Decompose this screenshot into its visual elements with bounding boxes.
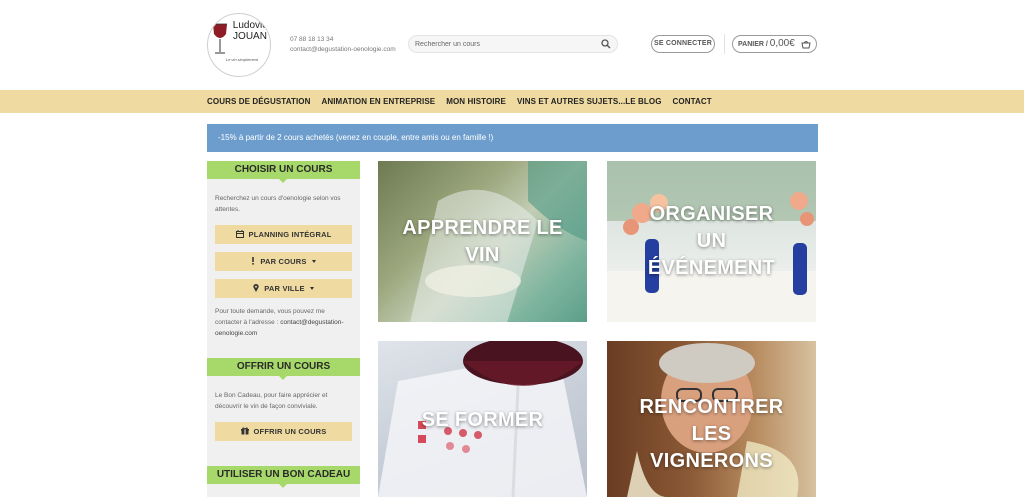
site-logo[interactable]: Ludovic JOUAN Le vin simplement	[207, 13, 271, 77]
use-voucher-heading[interactable]: UTILISER UN BON CADEAU	[207, 466, 360, 488]
tile-learn-wine-line1: APPRENDRE LE	[402, 217, 563, 239]
wine-glass-icon	[213, 23, 227, 54]
by-course-button-label: PAR COURS	[260, 257, 307, 266]
tile-learn-wine-title: APPRENDRE LE VIN	[378, 215, 587, 269]
chevron-down-icon	[309, 287, 314, 290]
nav-item-blog[interactable]: VINS ET AUTRES SUJETS...LE BLOG	[517, 90, 662, 113]
phone-number[interactable]: 07 88 18 13 34	[290, 35, 396, 45]
choose-course-intro: Recherchez un cours d'oenologie selon vo…	[215, 195, 341, 213]
sidebar: CHOISIR UN COURS Recherchez un cours d'o…	[207, 161, 360, 497]
search-icon[interactable]	[601, 39, 611, 49]
logo-name-line2: JOUAN	[233, 31, 267, 42]
cart-amount: 0,00€	[769, 38, 795, 49]
exclamation-icon	[252, 257, 255, 265]
tile-organise-event[interactable]: ORGANISER UN ÉVÉNEMENT	[607, 161, 816, 322]
by-city-button[interactable]: PAR VILLE	[215, 279, 352, 298]
basket-icon	[801, 41, 811, 49]
tile-learn-wine[interactable]: APPRENDRE LE VIN	[378, 161, 587, 322]
site-header: Ludovic JOUAN Le vin simplement 07 88 18…	[0, 0, 1024, 90]
logo-name-line1: Ludovic	[232, 20, 268, 31]
nav-item-cours[interactable]: COURS DE DÉGUSTATION	[207, 90, 310, 113]
choose-course-heading: CHOISIR UN COURS	[207, 161, 360, 183]
email-address[interactable]: contact@degustation-oenologie.com	[290, 45, 396, 55]
offer-course-heading: OFFRIR UN COURS	[207, 358, 360, 380]
promo-banner: -15% à partir de 2 cours achetés (venez …	[207, 124, 818, 152]
tile-organise-event-line1: ORGANISER	[649, 203, 774, 225]
tile-training-title: SE FORMER	[378, 407, 587, 434]
calendar-icon	[235, 230, 244, 238]
cart-label: PANIER /	[738, 41, 768, 48]
tile-meet-winemakers-line1: RENCONTRER	[639, 396, 784, 418]
tile-organise-event-title: ORGANISER UN ÉVÉNEMENT	[607, 201, 816, 282]
header-contact: 07 88 18 13 34 contact@degustation-oenol…	[290, 35, 396, 55]
tile-meet-winemakers-title: RENCONTRER LES VIGNERONS	[607, 394, 816, 475]
by-city-button-label: PAR VILLE	[264, 284, 305, 293]
contact-note: Pour toute demande, vous pouvez me conta…	[215, 306, 347, 339]
tile-training-line1: SE FORMER	[421, 409, 544, 431]
logo-tagline: Le vin simplement	[225, 57, 259, 62]
tile-organise-event-line2: UN	[696, 230, 727, 252]
tile-meet-winemakers-line3: VIGNERONS	[650, 450, 773, 472]
tile-learn-wine-line2: VIN	[465, 244, 500, 266]
map-pin-icon	[253, 284, 259, 292]
nav-item-contact[interactable]: CONTACT	[673, 90, 712, 113]
tile-meet-winemakers[interactable]: RENCONTRER LES VIGNERONS	[607, 341, 816, 497]
tile-training[interactable]: SE FORMER	[378, 341, 587, 497]
page: Ludovic JOUAN Le vin simplement 07 88 18…	[0, 0, 1024, 497]
offer-course-text: Le Bon Cadeau, pour faire apprécier et d…	[215, 392, 328, 410]
search-bar	[408, 35, 618, 53]
nav-item-histoire[interactable]: MON HISTOIRE	[446, 90, 506, 113]
offer-course-button-label: OFFRIR UN COURS	[253, 427, 327, 436]
tile-organise-event-line3: ÉVÉNEMENT	[647, 257, 776, 279]
planning-button-label: PLANNING INTÉGRAL	[248, 230, 332, 239]
offer-course-button[interactable]: OFFRIR UN COURS	[215, 422, 352, 441]
tile-meet-winemakers-line2: LES	[691, 423, 732, 445]
cart-button[interactable]: PANIER / 0,00€	[732, 35, 817, 53]
planning-button[interactable]: PLANNING INTÉGRAL	[215, 225, 352, 244]
login-button[interactable]: SE CONNECTER	[651, 35, 715, 53]
gift-icon	[240, 427, 249, 435]
header-divider	[724, 34, 725, 54]
nav-item-animation[interactable]: ANIMATION EN ENTREPRISE	[321, 90, 435, 113]
logo-name: Ludovic JOUAN	[228, 20, 270, 42]
by-course-button[interactable]: PAR COURS	[215, 252, 352, 271]
search-input[interactable]	[415, 38, 595, 51]
main-nav: COURS DE DÉGUSTATION ANIMATION EN ENTREP…	[0, 90, 1024, 113]
chevron-down-icon	[311, 260, 316, 263]
